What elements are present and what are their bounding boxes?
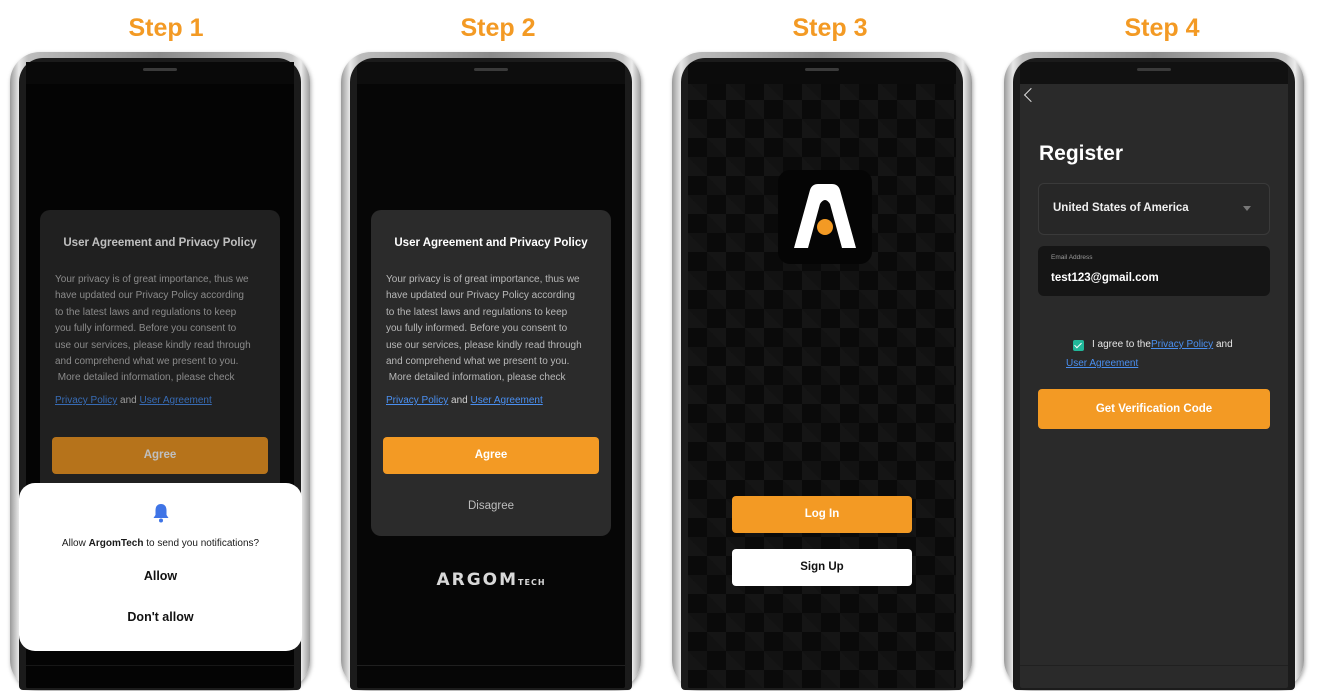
agree-checkbox[interactable] — [1073, 340, 1084, 351]
dialog-body-line: use our services, please kindly read thr… — [386, 339, 582, 351]
status-bar — [357, 62, 625, 84]
background-pattern — [688, 62, 956, 688]
status-bar — [688, 62, 956, 84]
bell-icon — [153, 504, 168, 523]
dialog-body-line: Your privacy is of great importance, thu… — [386, 274, 580, 285]
dialog-links: Privacy Policy and User Agreement — [386, 395, 599, 406]
disagree-button[interactable]: Disagree — [371, 500, 611, 512]
nav-divider — [357, 665, 625, 666]
nav-divider — [1020, 665, 1288, 666]
agree-and: and — [1213, 339, 1233, 350]
screen-step-4: Register United States of America Email … — [1020, 62, 1288, 688]
camera-notch — [143, 68, 177, 71]
notification-permission-sheet: Allow ArgomTech to send you notification… — [19, 483, 302, 651]
notification-prefix: Allow — [61, 538, 89, 549]
agree-button[interactable]: Agree — [383, 437, 599, 474]
page-title: Register — [1039, 142, 1124, 165]
step-3-title: Step 3 — [792, 14, 868, 42]
country-select[interactable]: United States of America — [1038, 183, 1270, 235]
step-1-title: Step 1 — [128, 14, 204, 42]
step-4-title: Step 4 — [1124, 14, 1200, 42]
privacy-policy-link[interactable]: Privacy Policy — [1151, 339, 1213, 350]
agree-prefix: I agree to the — [1092, 339, 1151, 350]
camera-notch — [474, 68, 508, 71]
links-and-text: and — [451, 395, 468, 406]
dialog-body-line: have updated our Privacy Policy accordin… — [386, 290, 575, 302]
dialog-body: Your privacy is of great importance, thu… — [386, 272, 599, 387]
email-field-value: test123@gmail.com — [1051, 272, 1159, 284]
screen-step-2: User Agreement and Privacy Policy Your p… — [357, 62, 625, 688]
email-field-label: Email Address — [1051, 254, 1093, 261]
dialog-body-line: and comprehend what we present to you. — [386, 356, 570, 368]
notification-suffix: to send you notifications? — [143, 538, 260, 549]
agree-terms-text: I agree to thePrivacy Policy and — [1092, 339, 1233, 350]
notification-app-name: ArgomTech — [88, 538, 144, 549]
camera-notch — [805, 68, 839, 71]
agree-terms-line-2: User Agreement — [1066, 358, 1138, 369]
email-field[interactable]: Email Address test123@gmail.com — [1038, 246, 1270, 296]
agreement-dialog: User Agreement and Privacy Policy Your p… — [371, 210, 611, 536]
user-agreement-link[interactable]: User Agreement — [471, 395, 543, 406]
get-verification-code-button[interactable]: Get Verification Code — [1038, 389, 1270, 429]
user-agreement-link[interactable]: User Agreement — [1066, 358, 1138, 369]
argomtech-brand-logo: ARGOMTECH — [357, 570, 625, 590]
screen-step-3: Log In Sign Up — [688, 62, 956, 688]
dialog-title: User Agreement and Privacy Policy — [394, 237, 588, 249]
phone-step-1: User Agreement and Privacy Policy Your p… — [10, 52, 310, 690]
brand-main: ARGOM — [436, 570, 519, 590]
country-value: United States of America — [1053, 202, 1189, 214]
login-button[interactable]: Log In — [732, 496, 912, 533]
status-bar — [1020, 62, 1288, 84]
dialog-body-line: More detailed information, please check — [386, 372, 566, 384]
notification-prompt: Allow ArgomTech to send you notification… — [19, 538, 302, 549]
phone-step-2: User Agreement and Privacy Policy Your p… — [341, 52, 641, 690]
argomtech-logo-icon — [778, 170, 872, 264]
phone-step-4: Register United States of America Email … — [1004, 52, 1304, 690]
allow-button[interactable]: Allow — [19, 569, 302, 583]
privacy-policy-link[interactable]: Privacy Policy — [386, 395, 448, 406]
dont-allow-button[interactable]: Don't allow — [19, 610, 302, 624]
screen-step-1: User Agreement and Privacy Policy Your p… — [19, 62, 302, 688]
back-chevron-icon[interactable] — [1023, 87, 1039, 103]
phone-step-3: Log In Sign Up — [672, 52, 972, 690]
signup-button[interactable]: Sign Up — [732, 549, 912, 586]
logo-arch-icon — [794, 184, 856, 248]
camera-notch — [1137, 68, 1171, 71]
brand-sub: TECH — [518, 578, 546, 587]
dialog-body-line: you fully informed. Before you consent t… — [386, 323, 568, 335]
dialog-body-line: to the latest laws and regulations to ke… — [386, 306, 568, 318]
chevron-down-icon — [1243, 206, 1251, 211]
step-2-title: Step 2 — [460, 14, 536, 42]
